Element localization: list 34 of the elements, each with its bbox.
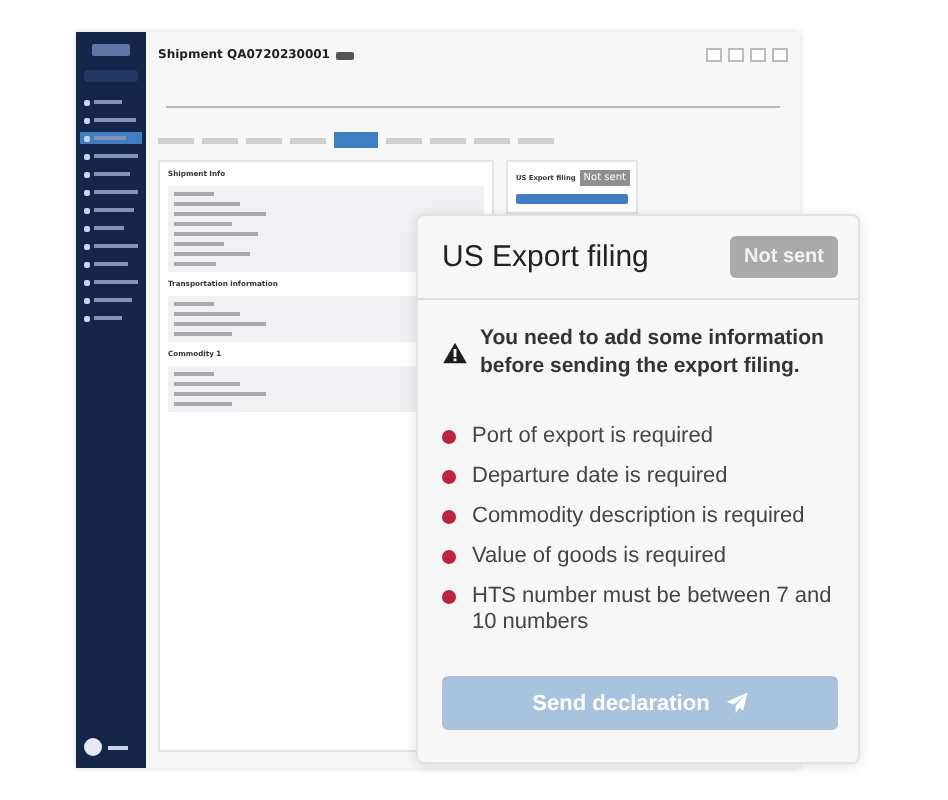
sidebar-item[interactable] (80, 276, 142, 288)
sidebar-item[interactable] (80, 240, 142, 252)
warning-icon (442, 341, 468, 363)
tab[interactable] (474, 137, 510, 143)
error-message: HTS number must be between 7 and 10 numbers (472, 584, 834, 636)
error-message: Departure date is required (472, 464, 728, 490)
paper-plane-icon (725, 692, 748, 714)
tab[interactable] (430, 137, 466, 143)
bullet-icon (442, 590, 456, 604)
tab[interactable] (386, 137, 422, 143)
tab[interactable] (290, 137, 326, 143)
bullet-icon (442, 430, 456, 444)
tab[interactable] (334, 132, 378, 148)
logo-mark (92, 44, 130, 56)
tab[interactable] (518, 137, 554, 143)
bullet-icon (442, 550, 456, 564)
status-badge: Not sent (730, 236, 838, 278)
sidebar-item[interactable] (80, 150, 142, 162)
tab[interactable] (158, 137, 194, 143)
sidebar-item[interactable] (80, 186, 142, 198)
send-button[interactable] (516, 194, 628, 204)
error-message: Commodity description is required (472, 504, 805, 530)
tab[interactable] (202, 137, 238, 143)
card-title: US Export filing (442, 240, 649, 274)
bullet-icon (442, 470, 456, 484)
sidebar-item[interactable] (80, 114, 142, 126)
status-tag (336, 51, 354, 59)
avatar[interactable] (84, 738, 102, 756)
search-field[interactable] (84, 70, 138, 82)
tab[interactable] (246, 137, 282, 143)
error-message: Port of export is required (472, 424, 713, 450)
warning-message: You need to add some information before sending the export filing. (480, 324, 826, 380)
bullet-icon (442, 510, 456, 524)
error-message: Value of goods is required (472, 544, 726, 570)
